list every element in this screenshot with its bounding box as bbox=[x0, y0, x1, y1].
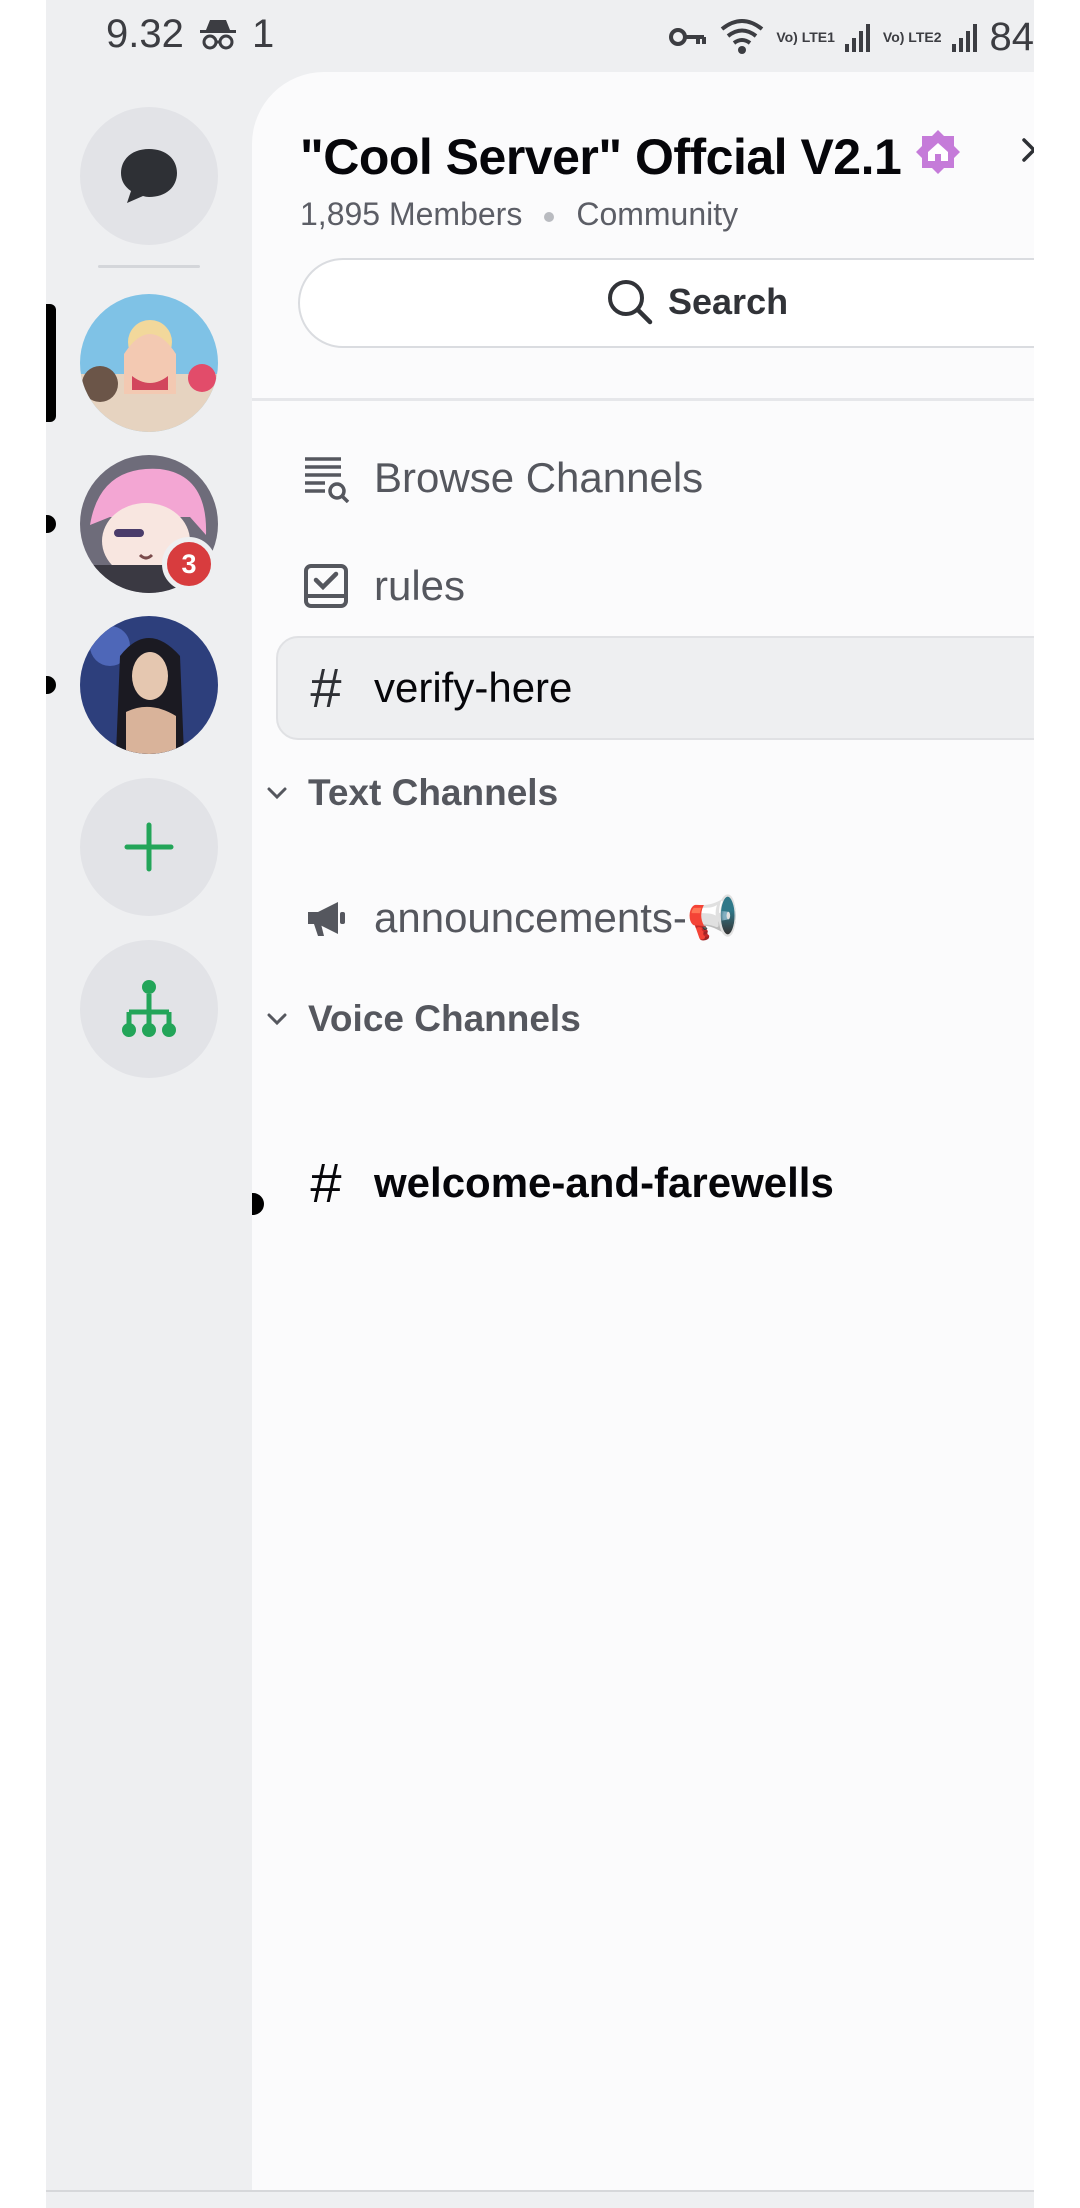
category-voice-channels[interactable]: Voice Channels bbox=[262, 994, 581, 1044]
chevron-down-icon bbox=[267, 787, 287, 800]
chat-bubble-icon bbox=[121, 149, 177, 203]
hub-icon bbox=[122, 980, 176, 1037]
channel-welcome-and-farewells[interactable]: # welcome-and-farewells bbox=[300, 1143, 834, 1223]
search-bar[interactable]: Search bbox=[298, 258, 1034, 348]
meta-dot bbox=[544, 211, 555, 222]
browse-channels-label: Browse Channels bbox=[374, 454, 704, 501]
channel-unread-indicator bbox=[252, 1193, 264, 1215]
selected-server-indicator bbox=[46, 304, 56, 422]
bottom-edge bbox=[46, 2190, 1034, 2208]
search-inner: Search bbox=[606, 276, 788, 328]
add-server-button[interactable] bbox=[80, 778, 218, 916]
megaphone-icon bbox=[300, 892, 352, 944]
battery-level: 84 bbox=[989, 14, 1035, 59]
server-rail: 3 bbox=[46, 72, 252, 2208]
server-avatar-3[interactable] bbox=[80, 616, 218, 754]
rail-separator bbox=[98, 265, 200, 268]
server-unread-indicator-3 bbox=[46, 676, 56, 694]
server-unread-indicator-2 bbox=[46, 515, 56, 533]
panel-divider bbox=[252, 398, 1034, 401]
incognito-icon bbox=[200, 20, 236, 50]
boost-icon bbox=[916, 130, 960, 174]
chevron-down-icon bbox=[267, 1013, 287, 1026]
plus-icon bbox=[124, 822, 174, 872]
server-image-1 bbox=[80, 294, 218, 432]
explore-servers-button[interactable] bbox=[80, 940, 218, 1078]
server-image-3 bbox=[80, 616, 218, 754]
server-avatar-1[interactable] bbox=[80, 294, 218, 432]
channel-announcements[interactable]: announcements-📢 bbox=[300, 878, 739, 958]
server-meta: 1,895 Members Community bbox=[300, 196, 738, 233]
discord-screen: 9.32 1 Vo) LTE1 Vo) LTE2 84 3 "Cool Serv… bbox=[46, 0, 1034, 2208]
lte1-label: Vo) LTE1 bbox=[776, 29, 835, 45]
status-right-icons: Vo) LTE1 Vo) LTE2 84 bbox=[668, 12, 1034, 62]
direct-messages-button[interactable] bbox=[80, 107, 218, 245]
browse-channels-icon bbox=[300, 452, 352, 504]
status-bar: 9.32 1 Vo) LTE1 Vo) LTE2 84 bbox=[46, 0, 1034, 72]
member-count: 1,895 Members bbox=[300, 196, 523, 232]
search-icon bbox=[608, 280, 653, 325]
channel-verify-here[interactable]: # verify-here bbox=[300, 648, 572, 728]
signal-icon-1 bbox=[844, 24, 870, 52]
hash-icon: # bbox=[310, 1151, 342, 1214]
rules-icon bbox=[300, 560, 352, 612]
search-label: Search bbox=[668, 281, 789, 322]
verify-here-label: verify-here bbox=[374, 664, 573, 711]
chevron-right-icon[interactable] bbox=[1018, 134, 1034, 166]
server-type: Community bbox=[576, 196, 739, 232]
notification-badge: 3 bbox=[162, 537, 216, 591]
vpn-key-icon bbox=[669, 28, 707, 46]
hash-icon: # bbox=[310, 656, 342, 719]
channel-panel: "Cool Server" Offcial V2.1 1,895 Members… bbox=[252, 72, 1034, 2190]
text-channels-label: Text Channels bbox=[308, 772, 559, 813]
announcements-label: announcements-📢 bbox=[374, 893, 740, 941]
lte2-label: Vo) LTE2 bbox=[882, 29, 942, 45]
category-text-channels[interactable]: Text Channels bbox=[262, 768, 558, 818]
server-name[interactable]: "Cool Server" Offcial V2.1 bbox=[300, 128, 902, 186]
voice-channels-label: Voice Channels bbox=[308, 998, 581, 1039]
welcome-label: welcome-and-farewells bbox=[374, 1159, 834, 1206]
notification-count: 1 bbox=[252, 12, 275, 56]
wifi-icon bbox=[721, 19, 764, 54]
status-time: 9.32 bbox=[106, 12, 184, 56]
rules-label: rules bbox=[374, 562, 466, 609]
browse-channels-item[interactable]: Browse Channels bbox=[300, 438, 703, 518]
channel-rules[interactable]: rules bbox=[300, 546, 465, 626]
signal-icon-2 bbox=[951, 24, 977, 52]
